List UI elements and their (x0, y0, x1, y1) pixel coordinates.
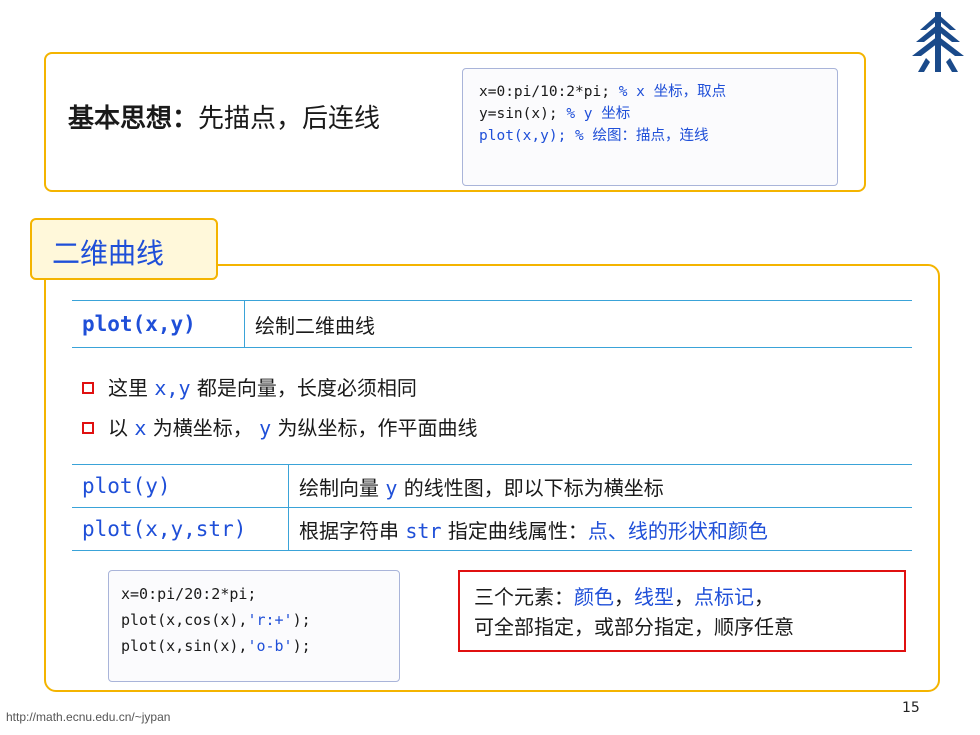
table-row: plot(x,y) 绘制二维曲线 (72, 300, 912, 348)
bullet-item: 以 x 为横坐标， y 为纵坐标，作平面曲线 (82, 412, 478, 441)
idea-code-block: x=0:pi/10:2*pi; % x 坐标，取点 y=sin(x); % y … (462, 68, 838, 186)
note-box: 三个元素：颜色，线型，点标记， 可全部指定，或部分指定，顺序任意 (458, 570, 906, 652)
content-box: plot(x,y) 绘制二维曲线 这里 x,y 都是向量，长度必须相同 以 x … (44, 264, 940, 692)
description-cell: 绘制向量 y 的线性图，即以下标为横坐标 (288, 464, 912, 508)
section-title: 二维曲线 (52, 237, 165, 270)
description-cell: 根据字符串 str 指定曲线属性：点、线的形状和颜色 (288, 507, 912, 551)
idea-title: 基本思想：先描点，后连线 (68, 98, 380, 135)
square-bullet-icon (82, 421, 94, 434)
command-cell: plot(x,y,str) (72, 507, 289, 551)
note-line: 三个元素：颜色，线型，点标记， (474, 585, 774, 609)
command-table-primary: plot(x,y) 绘制二维曲线 (72, 300, 912, 348)
bullet-item: 这里 x,y 都是向量，长度必须相同 (82, 372, 417, 401)
code-line: x=0:pi/20:2*pi; (121, 585, 257, 603)
command-cell: plot(x,y) (72, 300, 245, 348)
command-cell: plot(y) (72, 464, 289, 508)
section-tab: 二维曲线 (30, 218, 218, 280)
description-cell: 绘制二维曲线 (244, 300, 912, 348)
footer-url: http://math.ecnu.edu.cn/~jypan (6, 710, 171, 724)
ecnu-logo-icon (906, 10, 970, 74)
code-line: plot(x,y); % 绘图：描点，连线 (479, 128, 709, 144)
command-table-secondary: plot(y) 绘制向量 y 的线性图，即以下标为横坐标 plot(x,y,st… (72, 464, 912, 551)
note-line: 可全部指定，或部分指定，顺序任意 (474, 615, 794, 639)
page-number: 15 (902, 700, 920, 716)
table-row: plot(x,y,str) 根据字符串 str 指定曲线属性：点、线的形状和颜色 (72, 507, 912, 551)
code-line: y=sin(x); % y 坐标 (479, 106, 631, 122)
code-line: plot(x,cos(x),'r:+'); (121, 611, 311, 629)
code-line: x=0:pi/10:2*pi; % x 坐标，取点 (479, 84, 727, 100)
table-row: plot(y) 绘制向量 y 的线性图，即以下标为横坐标 (72, 464, 912, 508)
idea-box: 基本思想：先描点，后连线 x=0:pi/10:2*pi; % x 坐标，取点 y… (44, 52, 866, 192)
idea-title-bold: 基本思想： (68, 104, 199, 134)
idea-title-text: 先描点，后连线 (198, 104, 381, 134)
square-bullet-icon (82, 381, 94, 394)
example-code-block: x=0:pi/20:2*pi; plot(x,cos(x),'r:+'); pl… (108, 570, 400, 682)
code-line: plot(x,sin(x),'o-b'); (121, 637, 311, 655)
